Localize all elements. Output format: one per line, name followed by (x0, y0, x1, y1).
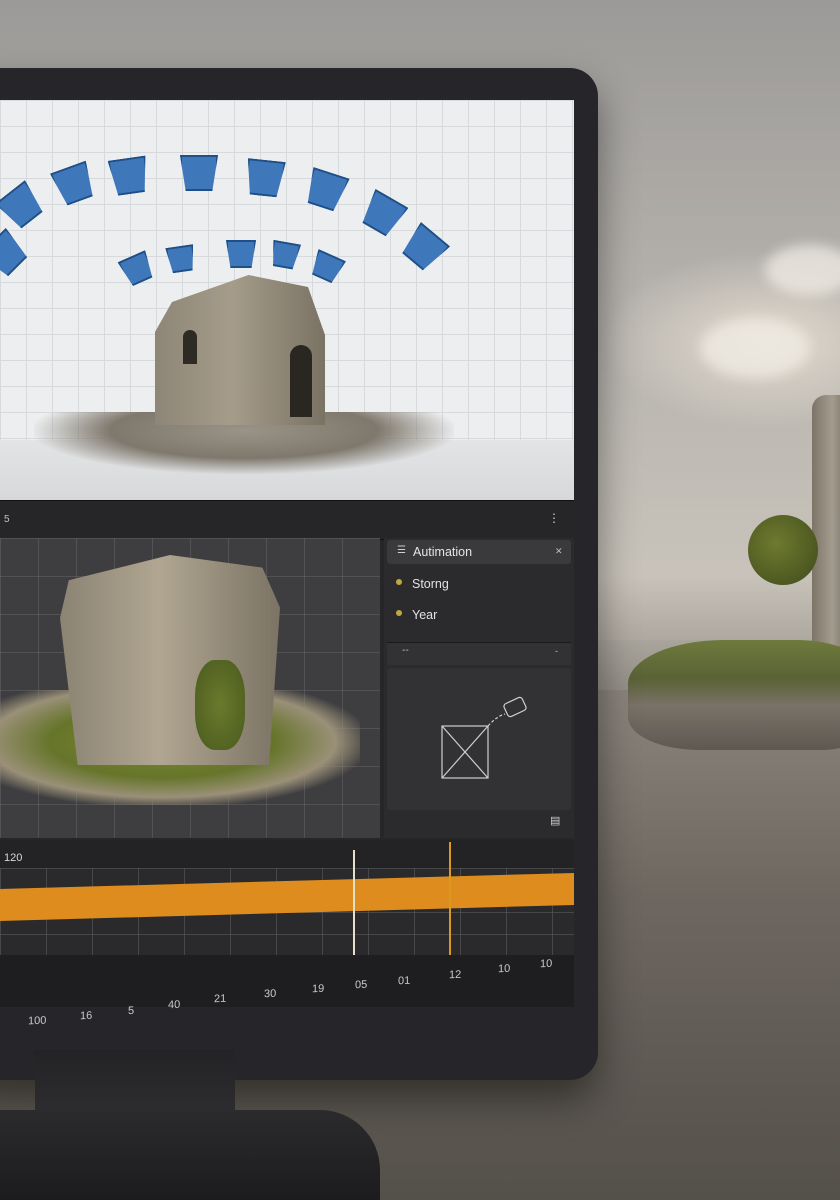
ruler-tick: 16 (80, 1009, 93, 1023)
ruler-tick: 21 (214, 992, 227, 1006)
textured-ruin-model[interactable] (60, 555, 280, 765)
frame-counter: 120 (4, 852, 23, 864)
ruler-tick: 5 (128, 1004, 135, 1018)
keyframe-marker[interactable] (449, 842, 451, 960)
ruler-tick: 12 (449, 968, 462, 982)
ruler-tick: 40 (168, 998, 181, 1012)
ruler-tick: 19 (312, 982, 325, 996)
stone-ruin-model[interactable] (130, 275, 355, 435)
camera-frame-icon (441, 696, 527, 779)
ruler-tick: 10 (498, 962, 511, 976)
item-dot-icon (396, 610, 402, 616)
list-icon: ☰ (397, 545, 406, 556)
ruler-tick: 10 (540, 957, 553, 971)
camera-marker-icon[interactable] (180, 155, 218, 191)
panel-item[interactable]: Storng (412, 577, 449, 591)
panel-item[interactable]: Year (412, 608, 437, 622)
playhead-marker[interactable] (353, 850, 355, 968)
camera-marker-icon[interactable] (226, 240, 256, 268)
divider-label: -- (402, 645, 409, 656)
toolbar-label: 5 (4, 514, 10, 525)
panel-divider[interactable] (387, 642, 571, 665)
item-dot-icon (396, 579, 402, 585)
more-vertical-icon[interactable]: ⋮ (548, 511, 560, 525)
panel-title: Autimation (413, 545, 473, 559)
viewport-toolbar: 5 ⋮ (0, 500, 574, 540)
timeline-header (0, 840, 574, 868)
divider-toggle[interactable]: - (555, 646, 558, 656)
moss-patch (195, 660, 245, 750)
ruler-tick: 30 (264, 987, 277, 1001)
ruler-tick: 100 (28, 1014, 47, 1028)
ruin-doorway (290, 345, 312, 417)
ruler-tick: 01 (398, 974, 411, 988)
close-icon[interactable]: ✕ (555, 546, 563, 557)
camera-preview-box[interactable] (387, 668, 571, 810)
island (628, 640, 840, 750)
monitor-stand-base (0, 1110, 380, 1200)
rock-pillar (812, 395, 840, 675)
ruler-tick: 05 (355, 978, 368, 992)
cloud (700, 318, 810, 378)
timeline-ruler (0, 955, 574, 1007)
ruin-window (183, 330, 197, 364)
menu-icon[interactable]: ▤ (550, 814, 560, 827)
shrub (748, 515, 818, 585)
